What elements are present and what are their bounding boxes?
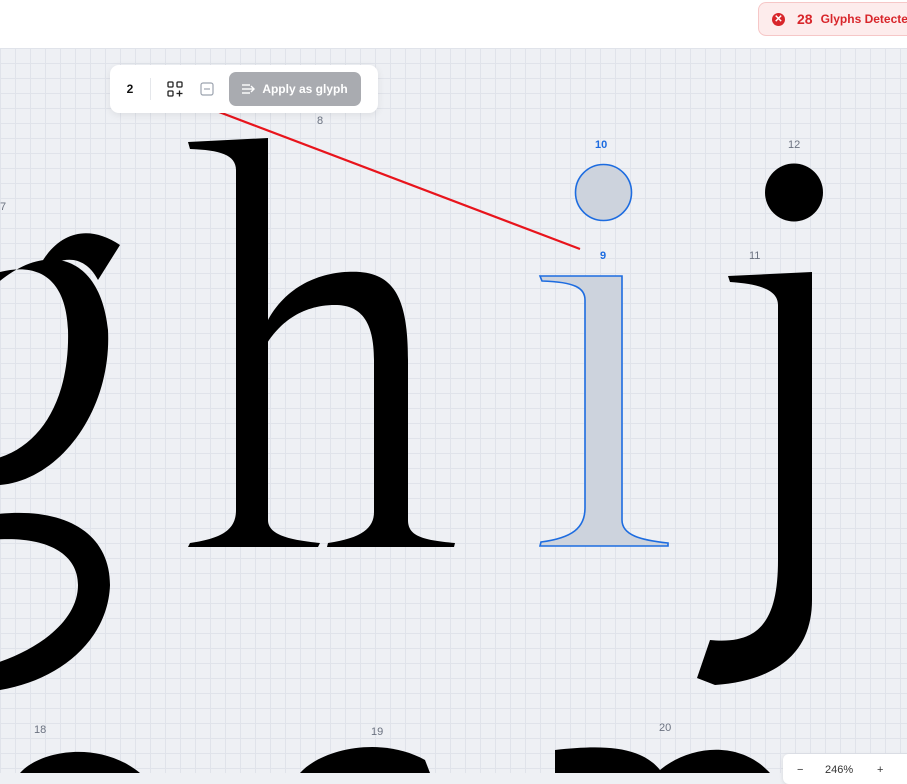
selection-toolbar: 2 Apply as glyph bbox=[110, 65, 378, 113]
minus-square-icon[interactable] bbox=[193, 75, 221, 103]
top-bar: ✕ 28 Glyphs Detected bbox=[0, 0, 907, 49]
apply-as-glyph-label: Apply as glyph bbox=[262, 82, 348, 96]
glyph-canvas[interactable]: 7 8 10 12 9 11 18 19 20 bbox=[0, 48, 907, 773]
zoom-out-button[interactable]: − bbox=[797, 764, 803, 776]
apply-as-glyph-button[interactable]: Apply as glyph bbox=[229, 72, 361, 106]
glyph-number: 12 bbox=[788, 139, 801, 151]
glyph-number: 19 bbox=[371, 726, 384, 738]
glyph-count: 28 bbox=[797, 11, 813, 27]
glyphs-detected-badge[interactable]: ✕ 28 Glyphs Detected bbox=[758, 2, 907, 36]
toolbar-divider bbox=[150, 78, 151, 100]
zoom-level: 246% bbox=[825, 764, 854, 776]
glyph-number: 20 bbox=[659, 722, 672, 734]
error-circle-icon: ✕ bbox=[772, 12, 785, 26]
glyph-number: 8 bbox=[317, 115, 324, 127]
group-add-icon[interactable] bbox=[161, 75, 189, 103]
glyph-number-selected: 10 bbox=[595, 139, 608, 151]
zoom-in-button[interactable]: + bbox=[877, 764, 883, 776]
zoom-control: − 246% + bbox=[783, 754, 907, 784]
glyph-number: 7 bbox=[0, 201, 7, 213]
glyph-number: 18 bbox=[34, 724, 47, 736]
selection-count: 2 bbox=[126, 82, 134, 96]
glyph-number: 11 bbox=[749, 250, 761, 262]
glyph-count-label: Glyphs Detected bbox=[820, 12, 907, 26]
glyph-number-selected: 9 bbox=[600, 250, 607, 262]
apply-lines-icon bbox=[242, 84, 256, 94]
